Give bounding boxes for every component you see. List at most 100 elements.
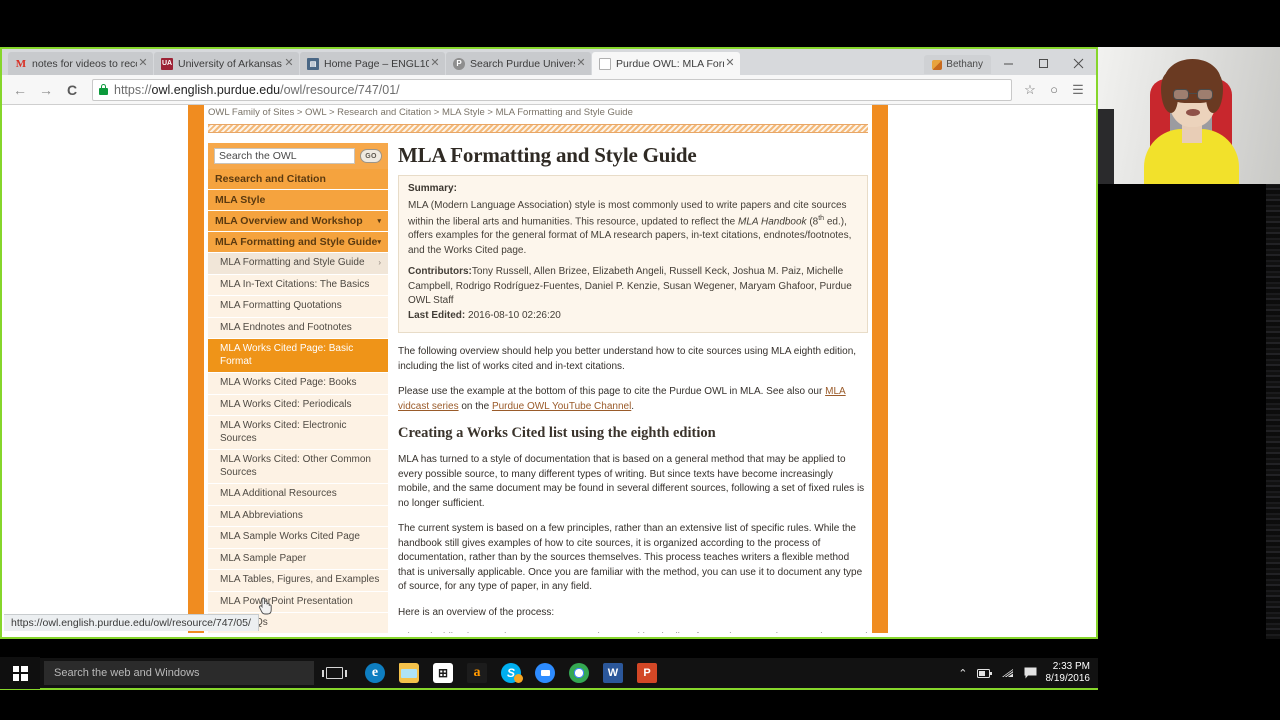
wifi-icon[interactable] [1001, 668, 1015, 679]
address-bar[interactable]: https://owl.english.purdue.edu/owl/resou… [92, 78, 1012, 101]
paragraph-6: When deciding how to cite your source, s… [398, 631, 868, 633]
browser-tab-2[interactable]: ▤ Home Page – ENGL1013 ✕ [300, 52, 445, 75]
reload-icon[interactable]: C [60, 78, 84, 102]
sidebar-item-mla-tables-figures-and-examples[interactable]: MLA Tables, Figures, and Examples [208, 570, 388, 592]
browser-tab-3[interactable]: P Search Purdue University ✕ [446, 52, 591, 75]
taskbar-app-word[interactable]: W [598, 657, 628, 689]
taskbar-app-microsoft-store[interactable]: ⊞ [428, 657, 458, 689]
webcam-dark-left-edge [1098, 109, 1114, 184]
url-host: owl.english.purdue.edu [151, 82, 281, 97]
sidebar-item-mla-endnotes-and-footnotes[interactable]: MLA Endnotes and Footnotes [208, 317, 388, 339]
task-view-icon [321, 667, 347, 679]
tab-close-icon[interactable]: ✕ [283, 58, 295, 69]
edge-icon: e [365, 663, 385, 683]
summary-heading: Summary: [408, 183, 457, 194]
sidebar-item-mla-sample-paper[interactable]: MLA Sample Paper [208, 548, 388, 570]
contributors-label: Contributors: [408, 266, 472, 278]
browser-tab-4-active[interactable]: Purdue OWL: MLA Forma ✕ [592, 52, 740, 75]
sidebar-item-mla-additional-resources[interactable]: MLA Additional Resources [208, 484, 388, 506]
taskbar-app-zoom[interactable] [530, 657, 560, 689]
action-center-icon[interactable] [1024, 667, 1037, 679]
chrome-icon [569, 663, 589, 683]
sidebar-item-mla-works-cited-page-books[interactable]: MLA Works Cited Page: Books [208, 373, 388, 395]
paragraph-2-text-c: . [631, 400, 635, 412]
main-content: MLA Formatting and Style Guide Summary: … [398, 143, 868, 633]
sidebar-item-label: MLA Formatting and Style Guide [220, 257, 365, 268]
contributors-list: Tony Russell, Allen Brizee, Elizabeth An… [408, 266, 852, 307]
sidebar-item-mla-works-cited-page-basic-format[interactable]: MLA Works Cited Page: Basic Format [208, 339, 388, 373]
account-circle-icon[interactable]: ○ [1042, 78, 1066, 102]
tab-title: notes for videos to record [32, 57, 137, 70]
sidebar-item-label: MLA Overview and Workshop [215, 215, 363, 227]
browser-tab-0[interactable]: M notes for videos to record ✕ [8, 52, 153, 75]
tab-close-icon[interactable]: ✕ [429, 58, 441, 69]
show-hidden-icons-chevron-icon[interactable]: ⌃ [958, 667, 967, 680]
purdue-icon: P [453, 57, 465, 70]
chevron-down-icon: ▾ [377, 218, 381, 225]
paragraph-5: Here is an overview of the process: [398, 606, 555, 618]
paragraph-2-text-b: on the [458, 400, 492, 412]
microsoft-store-icon: ⊞ [433, 663, 453, 683]
link-purdue-owl-youtube-channel[interactable]: Purdue OWL YouTube Channel [492, 401, 631, 412]
taskbar-app-chrome[interactable] [564, 657, 594, 689]
start-button[interactable] [0, 657, 40, 689]
sidebar-item-mla-sample-works-cited-page[interactable]: MLA Sample Works Cited Page [208, 527, 388, 549]
browser-window: M notes for videos to record ✕ UA Univer… [0, 47, 1098, 639]
sidebar-item-mla-in-text-citations[interactable]: MLA In-Text Citations: The Basics [208, 274, 388, 296]
maximize-button[interactable] [1026, 51, 1061, 75]
chrome-menu-icon[interactable]: ☰ [1066, 78, 1090, 102]
sidebar-item-mla-formatting-quotations[interactable]: MLA Formatting Quotations [208, 296, 388, 318]
sidebar-item-mla-works-cited-electronic-sources[interactable]: MLA Works Cited: Electronic Sources [208, 416, 388, 450]
profile-chip[interactable]: Bethany [924, 55, 991, 74]
decorative-hatch-divider [208, 124, 868, 133]
paragraph-2: Please use the example at the bottom of … [398, 385, 868, 414]
last-edited-label: Last Edited: [408, 309, 466, 321]
sidebar-item-mla-works-cited-other-common-sources[interactable]: MLA Works Cited: Other Common Sources [208, 450, 388, 484]
taskbar-app-powerpoint[interactable]: P [632, 657, 662, 689]
url-path: /owl/resource/747/01/ [280, 82, 400, 97]
paragraph-2-text-a: Please use the example at the bottom of … [398, 386, 826, 398]
summary-box: Summary: MLA (Modern Language Associatio… [398, 175, 868, 334]
sidebar-item-label: MLA Formatting and Style Guide [215, 236, 378, 248]
search-input[interactable]: Search the OWL [214, 148, 355, 164]
sidebar-item-mla-style[interactable]: MLA Style [208, 190, 388, 211]
search-go-button[interactable]: GO [360, 149, 382, 163]
taskbar-clock[interactable]: 2:33 PM 8/19/2016 [1046, 661, 1091, 686]
sidebar-item-mla-overview-and-workshop[interactable]: MLA Overview and Workshop ▾ [208, 211, 388, 232]
forward-icon[interactable]: → [34, 78, 58, 102]
taskbar-app-file-explorer[interactable] [394, 657, 424, 689]
document-icon [599, 57, 611, 70]
webcam-glasses [1173, 89, 1213, 100]
back-icon[interactable]: ← [8, 78, 32, 102]
taskbar-search-input[interactable]: Search the web and Windows [44, 661, 314, 685]
gmail-icon: M [15, 57, 27, 70]
tab-close-icon[interactable]: ✕ [724, 58, 736, 69]
sidebar-item-mla-formatting-and-style-guide[interactable]: MLA Formatting and Style Guide ▾ [208, 232, 388, 253]
taskbar-app-skype[interactable]: S [496, 657, 526, 689]
sidebar-item-label: MLA Works Cited Page: Basic Format [220, 343, 354, 367]
breadcrumb: OWL Family of Sites > OWL > Research and… [208, 107, 633, 118]
sidebar-item-research-and-citation[interactable]: Research and Citation [208, 169, 388, 190]
page-left-orange-bar [188, 105, 204, 633]
url-scheme: https:// [114, 82, 152, 97]
task-view-button[interactable] [314, 657, 354, 689]
sidebar-search-row: Search the OWL GO [208, 143, 388, 169]
taskbar-app-edge[interactable]: e [360, 657, 390, 689]
browser-tab-1[interactable]: UA University of Arkansas – H ✕ [154, 52, 299, 75]
close-button[interactable] [1061, 51, 1096, 75]
minimize-button[interactable] [991, 51, 1026, 75]
taskbar-app-amazon[interactable]: a [462, 657, 492, 689]
bookmark-star-icon[interactable]: ☆ [1018, 78, 1042, 102]
page-title: MLA Formatting and Style Guide [398, 143, 697, 167]
sidebar-item-mla-powerpoint-presentation[interactable]: MLA PowerPoint Presentation [208, 591, 388, 613]
battery-icon[interactable] [976, 668, 992, 678]
sidebar-item-mla-abbreviations[interactable]: MLA Abbreviations [208, 505, 388, 527]
summary-italic-handbook: MLA Handbook [738, 215, 807, 227]
tab-close-icon[interactable]: ✕ [575, 58, 587, 69]
tab-title: University of Arkansas – H [178, 57, 283, 70]
sidebar-item-mla-works-cited-periodicals[interactable]: MLA Works Cited: Periodicals [208, 394, 388, 416]
url-text: https://owl.english.purdue.edu/owl/resou… [114, 83, 400, 97]
sidebar-item-mla-formatting-and-style-guide-sub[interactable]: MLA Formatting and Style Guide › [208, 253, 388, 275]
sidebar-item-label: MLA Works Cited Page: Books [220, 377, 357, 388]
tab-close-icon[interactable]: ✕ [137, 58, 149, 69]
